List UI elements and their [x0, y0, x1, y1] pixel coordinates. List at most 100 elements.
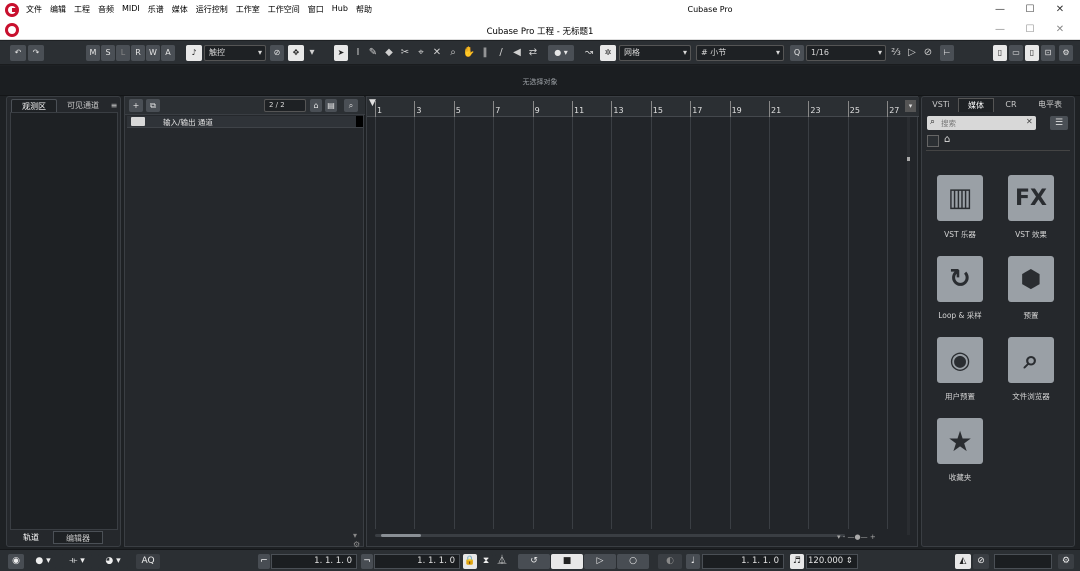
marker-display[interactable]: [994, 554, 1052, 569]
eraser-tool-icon[interactable]: ◆: [382, 45, 396, 61]
tile-file-browser[interactable]: ⌕: [1008, 337, 1054, 383]
object-select-tool-icon[interactable]: ➤: [334, 45, 348, 61]
tab-meter[interactable]: 电平表: [1028, 98, 1072, 112]
doc-maximize-button[interactable]: ☐: [1015, 22, 1045, 38]
ruler-bar-number[interactable]: 1: [377, 106, 382, 115]
menu-media2[interactable]: 媒体: [172, 4, 188, 15]
doc-minimize-button[interactable]: —: [985, 22, 1015, 38]
list-view-icon[interactable]: ☰: [1050, 116, 1068, 130]
scrollbar-thumb[interactable]: [381, 534, 421, 537]
menu-hub[interactable]: Hub: [332, 4, 348, 15]
constrain-icon[interactable]: ⊘: [921, 45, 935, 61]
glue-tool-icon[interactable]: ⌖: [414, 45, 428, 61]
pre-roll-icon[interactable]: ⧗: [479, 554, 493, 569]
menu-score[interactable]: 乐谱: [148, 4, 164, 15]
add-track-icon[interactable]: +: [129, 99, 143, 112]
ruler-bar-number[interactable]: 27: [889, 106, 899, 115]
minimize-button[interactable]: —: [985, 2, 1015, 18]
right-locator-icon[interactable]: ¬: [361, 554, 373, 569]
stop-button-icon[interactable]: ■: [551, 554, 583, 569]
read-button[interactable]: R: [131, 45, 145, 61]
vertical-scrollbar[interactable]: [907, 117, 910, 535]
tab-tracks[interactable]: 轨道: [11, 531, 51, 544]
automation-icon[interactable]: ♪: [186, 45, 202, 61]
warp-tool-icon[interactable]: ⇄: [526, 45, 540, 61]
maximize-button[interactable]: ☐: [1015, 2, 1045, 18]
left-locator-display[interactable]: 1. 1. 1. 0: [271, 554, 357, 569]
ruler-bar-number[interactable]: 9: [535, 106, 540, 115]
menu-studio[interactable]: 工作室: [236, 4, 260, 15]
track-list-settings-icon[interactable]: ▾ ⚙: [353, 531, 363, 549]
settings-gear-icon[interactable]: ⚙: [1058, 554, 1074, 569]
ruler[interactable]: ▼ ▾ 1 3 5 7 9 11 13 15 17 19 21 23 25 27: [367, 97, 919, 117]
layout-icon[interactable]: ⊡: [1041, 45, 1055, 61]
right-zone-toggle-icon[interactable]: ▯: [1025, 45, 1039, 61]
close-button[interactable]: ✕: [1045, 2, 1075, 18]
left-zone-toggle-icon[interactable]: ▯: [993, 45, 1007, 61]
menu-audio[interactable]: 音频: [98, 4, 114, 15]
color-tool-button[interactable]: ● ▾: [548, 45, 574, 61]
ruler-bar-number[interactable]: 7: [495, 106, 500, 115]
tile-user-presets[interactable]: ◉: [937, 337, 983, 383]
search-input[interactable]: ⌕ 搜索 ✕: [927, 116, 1036, 130]
tab-inspector[interactable]: 观测区: [11, 99, 57, 112]
ruler-bar-number[interactable]: 25: [850, 106, 860, 115]
ruler-bar-number[interactable]: 23: [810, 106, 820, 115]
sync-select[interactable]: ◕ ▾: [98, 554, 128, 569]
ruler-bar-number[interactable]: 19: [732, 106, 742, 115]
track-row[interactable]: 输入/输出 通道: [127, 116, 363, 128]
lower-zone-toggle-icon[interactable]: ▭: [1009, 45, 1023, 61]
ruler-bar-number[interactable]: 15: [653, 106, 663, 115]
hand-tool-icon[interactable]: ✋: [462, 45, 476, 61]
comp-tool-icon[interactable]: ‖: [478, 45, 492, 61]
primary-time-icon[interactable]: ♩: [686, 554, 700, 569]
tile-favorites[interactable]: ★: [937, 418, 983, 464]
play-tool-icon[interactable]: ◀: [510, 45, 524, 61]
auto-quantize-button[interactable]: AQ: [136, 554, 160, 569]
lock-icon[interactable]: 🔒: [463, 554, 477, 569]
menu-lines-icon[interactable]: ≡: [108, 99, 120, 112]
primary-time-display[interactable]: 1. 1. 1. 0: [702, 554, 784, 569]
checkbox[interactable]: [927, 135, 939, 147]
snap-type-select[interactable]: 网格 ▾: [619, 45, 691, 61]
ruler-bar-number[interactable]: 5: [456, 106, 461, 115]
menu-edit[interactable]: 编辑: [50, 4, 66, 15]
auto-scroll-icon[interactable]: ↝: [582, 45, 596, 61]
menu-workspace[interactable]: 工作空间: [268, 4, 300, 15]
chevron-down-icon[interactable]: ▾: [305, 45, 319, 61]
right-locator-display[interactable]: 1. 1. 1. 0: [374, 554, 460, 569]
tile-vst-instruments[interactable]: ▥: [937, 175, 983, 221]
tab-cr[interactable]: CR: [998, 98, 1024, 112]
punch-select[interactable]: ⟛ ▾: [62, 554, 92, 569]
mute-tool-icon[interactable]: ✕: [430, 45, 444, 61]
home-icon[interactable]: ⌂: [944, 134, 950, 145]
menu-midi[interactable]: MIDI: [122, 4, 140, 15]
snap-toggle-icon[interactable]: ✲: [600, 45, 616, 61]
edit-mode-icon[interactable]: ✥: [288, 45, 304, 61]
record-button-icon[interactable]: ○: [617, 554, 649, 569]
quantize-icon[interactable]: Q: [790, 45, 804, 61]
menu-help[interactable]: 帮助: [356, 4, 372, 15]
post-roll-icon[interactable]: ⏅: [495, 554, 509, 569]
record-mode-select[interactable]: ● ▾: [30, 554, 56, 569]
listen-button[interactable]: L: [116, 45, 130, 61]
zoom-slider[interactable]: ▾ - —●— +: [837, 533, 876, 541]
automation-button[interactable]: A: [161, 45, 175, 61]
iterative-quantize-icon[interactable]: ⅔: [889, 45, 903, 61]
write-button[interactable]: W: [146, 45, 160, 61]
constrain-delay-icon[interactable]: ⊘: [270, 45, 284, 61]
search-icon[interactable]: ⌕: [344, 99, 358, 112]
ruler-bar-number[interactable]: 13: [613, 106, 623, 115]
range-tool-icon[interactable]: I: [351, 45, 365, 61]
metronome-icon[interactable]: ◐: [658, 554, 682, 569]
settings-gear-icon[interactable]: ⚙: [1059, 45, 1073, 61]
zoom-tool-icon[interactable]: ⌕: [446, 45, 460, 61]
menu-window[interactable]: 窗口: [308, 4, 324, 15]
solo-button[interactable]: S: [101, 45, 115, 61]
home-icon[interactable]: ⌂: [310, 99, 322, 112]
play-button-icon[interactable]: ▷: [584, 554, 616, 569]
tile-vst-effects[interactable]: FX: [1008, 175, 1054, 221]
quantize-presets-icon[interactable]: ▷: [905, 45, 919, 61]
menu-transport[interactable]: 运行控制: [196, 4, 228, 15]
undo-button[interactable]: ↶: [10, 45, 26, 61]
